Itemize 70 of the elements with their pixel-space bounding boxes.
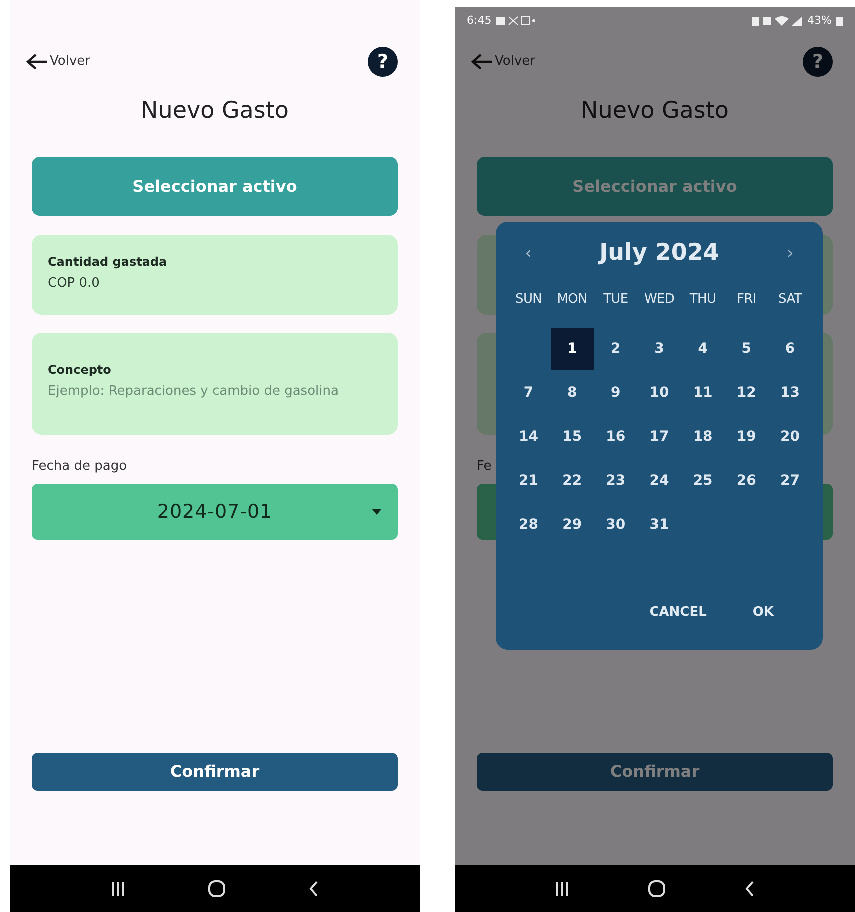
calendar-day[interactable]: 20 <box>772 419 808 455</box>
weekday-label: TUE <box>604 291 628 310</box>
calendar-day[interactable]: 4 <box>685 331 722 367</box>
calendar-day[interactable]: 7 <box>510 375 547 411</box>
weekday-label: MON <box>557 291 588 310</box>
calendar-day[interactable]: 30 <box>598 507 634 543</box>
dialog-button[interactable]: OK <box>744 601 782 625</box>
calendar-day[interactable]: 28 <box>510 507 547 543</box>
back-nav-icon[interactable] <box>308 880 319 896</box>
weekday-label: WED <box>644 291 675 310</box>
confirm-button[interactable]: Confirmar <box>32 753 398 791</box>
battery-percent: 43% <box>808 12 832 29</box>
calendar-day[interactable]: 10 <box>641 375 678 411</box>
calendar-day[interactable]: 3 <box>641 331 678 367</box>
notification-icons <box>496 16 536 26</box>
calendar-day[interactable]: 8 <box>554 375 590 411</box>
status-time: 6:45 <box>467 12 492 29</box>
weekday-label: SUN <box>516 291 542 310</box>
back-link[interactable]: Volver <box>26 52 90 72</box>
calendar-day[interactable]: 16 <box>598 419 634 455</box>
recent-apps-icon[interactable] <box>554 880 569 896</box>
field-label: Fe <box>477 458 492 475</box>
weekday-label: SAT <box>778 291 802 310</box>
calendar-day[interactable]: 19 <box>728 419 765 455</box>
calendar-day[interactable]: 12 <box>728 375 765 411</box>
calendar-day[interactable]: 27 <box>772 463 808 499</box>
input-field[interactable]: Concepto Ejemplo: Reparaciones y cambio de gasolina <box>32 333 398 435</box>
calendar-day[interactable]: 11 <box>685 375 722 411</box>
help-button[interactable]: ? <box>803 47 833 77</box>
back-arrow-icon <box>26 53 48 71</box>
next-month-button[interactable]: › <box>786 240 794 266</box>
calendar-day[interactable]: 13 <box>772 375 808 411</box>
status-icons <box>752 16 804 26</box>
calendar-day[interactable]: 1 <box>550 328 594 370</box>
calendar-day[interactable]: 14 <box>510 419 547 455</box>
help-button[interactable]: ? <box>368 47 398 77</box>
date-dropdown[interactable]: 2024-07-01 <box>32 484 398 540</box>
calendar-day[interactable]: 18 <box>685 419 722 455</box>
calendar-day[interactable]: 24 <box>641 463 678 499</box>
calendar-day[interactable]: 26 <box>728 463 765 499</box>
calendar-day[interactable]: 31 <box>641 507 678 543</box>
calendar-day[interactable]: 22 <box>554 463 590 499</box>
confirm-button[interactable]: Confirmar <box>477 753 833 791</box>
calendar-day[interactable]: 2 <box>598 331 634 367</box>
dropdown-caret-icon <box>372 509 382 515</box>
field-label: Fecha de pago <box>32 458 128 475</box>
calendar-day[interactable]: 15 <box>554 419 590 455</box>
back-link[interactable]: Volver <box>471 52 536 72</box>
weekday-label: FRI <box>736 291 756 310</box>
back-arrow-icon <box>471 53 493 71</box>
calendar-day[interactable]: 6 <box>772 331 808 367</box>
input-field[interactable]: Cantidad gastada COP 0.0 <box>32 235 398 315</box>
recent-apps-icon[interactable] <box>111 880 126 896</box>
battery-icon <box>836 16 843 26</box>
calendar-day[interactable]: 5 <box>728 331 765 367</box>
screen-title: Nuevo Gasto <box>140 97 290 126</box>
calendar-day[interactable]: 21 <box>510 463 547 499</box>
previous-month-button[interactable]: ‹ <box>525 240 532 266</box>
calendar-day[interactable]: 23 <box>598 463 634 499</box>
dialog-button[interactable]: CANCEL <box>642 601 715 625</box>
weekday-label: THU <box>690 291 716 310</box>
calendar-day[interactable]: 25 <box>685 463 722 499</box>
home-icon[interactable] <box>208 880 226 898</box>
month-title: July 2024 <box>600 238 720 268</box>
calendar-day[interactable]: 17 <box>641 419 678 455</box>
back-nav-icon[interactable] <box>745 880 756 896</box>
calendar-day[interactable]: 29 <box>554 507 590 543</box>
screen-title: Nuevo Gasto <box>580 97 730 126</box>
home-icon[interactable] <box>648 880 666 898</box>
calendar-day[interactable]: 9 <box>598 375 634 411</box>
